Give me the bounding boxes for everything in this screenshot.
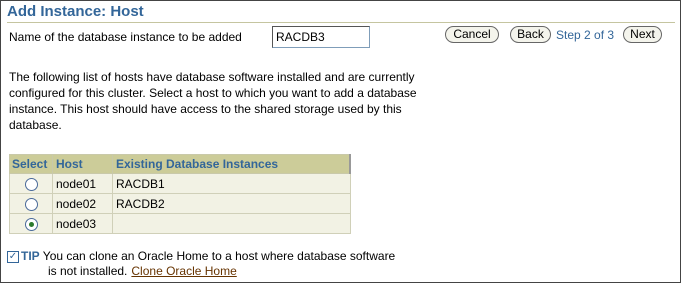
instance-name-input[interactable]: [272, 26, 370, 48]
instances-cell: [112, 213, 351, 234]
column-header-instances: Existing Database Instances: [112, 154, 351, 174]
column-header-host: Host: [52, 154, 113, 174]
select-cell: [9, 213, 53, 234]
host-radio-node02[interactable]: [24, 197, 38, 211]
select-cell: [9, 193, 53, 214]
back-button[interactable]: Back: [510, 26, 551, 43]
host-radio-node01[interactable]: [24, 177, 38, 191]
cancel-button[interactable]: Cancel: [445, 26, 499, 43]
table-row: node03: [9, 213, 351, 234]
tip-label: TIP: [21, 249, 40, 263]
host-cell: node03: [52, 213, 113, 234]
instances-cell: RACDB2: [112, 193, 351, 214]
instance-name-label: Name of the database instance to be adde…: [9, 30, 242, 44]
select-cell: [9, 173, 53, 194]
table-row: node01 RACDB1: [9, 173, 351, 194]
table-header-row: Select Host Existing Database Instances: [9, 154, 351, 174]
step-indicator: Step 2 of 3: [556, 28, 615, 42]
checkmark-icon: ✓: [7, 251, 19, 263]
tip-text: You can clone an Oracle Home to a host w…: [42, 249, 396, 263]
host-radio-node03[interactable]: [24, 217, 38, 231]
column-header-select: Select: [9, 154, 53, 174]
hosts-table: Select Host Existing Database Instances …: [9, 154, 351, 234]
next-button[interactable]: Next: [623, 26, 662, 43]
tip-text-continued: is not installed.: [48, 264, 128, 278]
tip-section: ✓ TIP You can clone an Oracle Home to a h…: [7, 249, 395, 279]
host-cell: node02: [52, 193, 113, 214]
clone-oracle-home-link[interactable]: Clone Oracle Home: [131, 264, 236, 278]
description-text: The following list of hosts have databas…: [9, 70, 417, 132]
instances-cell: RACDB1: [112, 173, 351, 194]
title-divider: [7, 22, 675, 23]
page-title: Add Instance: Host: [7, 3, 144, 20]
host-cell: node01: [52, 173, 113, 194]
table-row: node02 RACDB2: [9, 193, 351, 214]
window-frame: Add Instance: Host Name of the database …: [0, 0, 681, 283]
